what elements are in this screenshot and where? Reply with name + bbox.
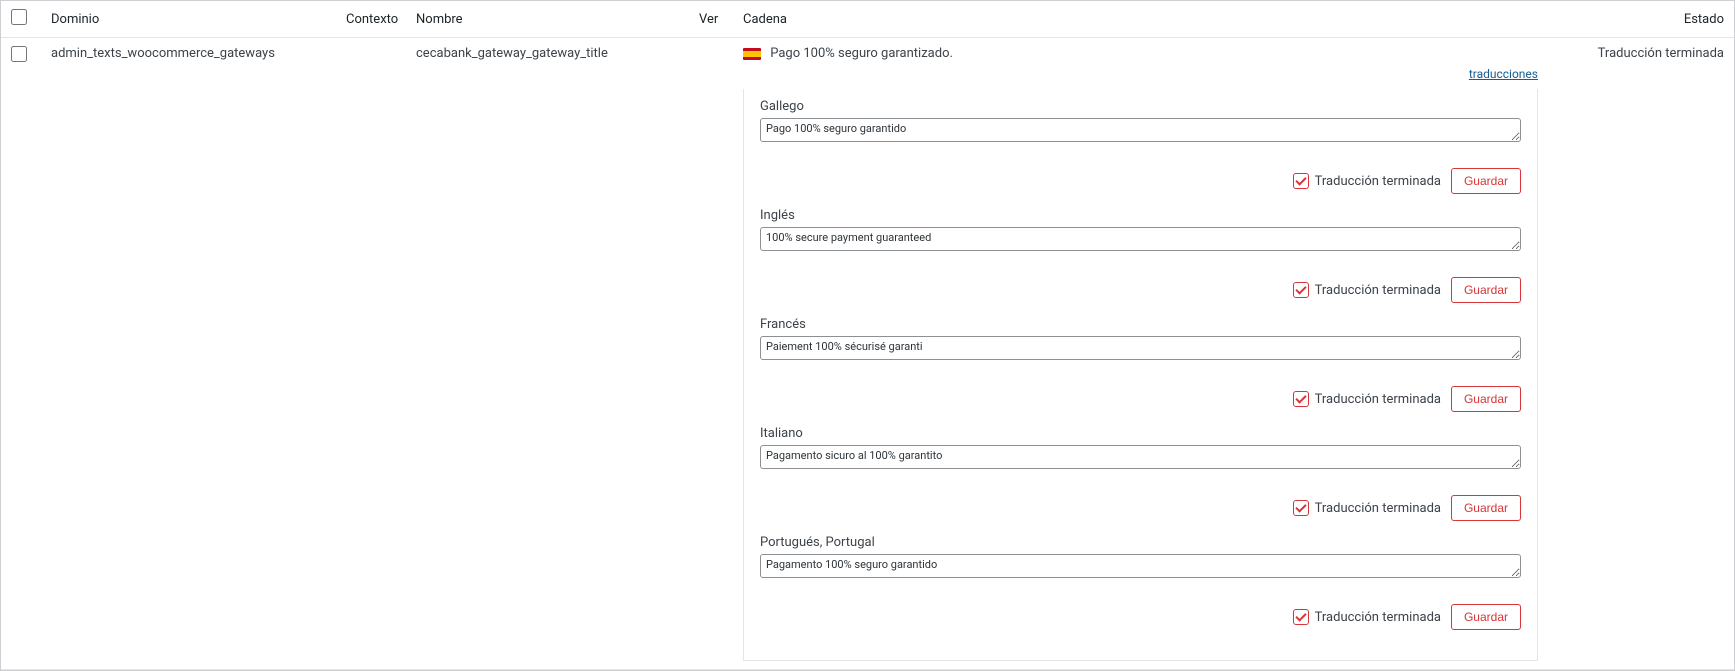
save-button[interactable]: Guardar	[1451, 604, 1521, 630]
lang-label: Italiano	[760, 426, 1521, 441]
translation-complete-checkbox[interactable]	[1293, 391, 1309, 407]
save-button[interactable]: Guardar	[1451, 386, 1521, 412]
translations-panel: GallegoTraducción terminadaGuardarInglés…	[743, 89, 1538, 661]
cell-ver	[699, 46, 743, 661]
save-button[interactable]: Guardar	[1451, 168, 1521, 194]
lang-block: Inglés Traducción terminada Guardar	[760, 208, 1521, 303]
actions-row: Traducción terminada Guardar	[760, 604, 1521, 630]
header-cadena: Cadena	[743, 12, 1554, 27]
select-all-checkbox[interactable]	[11, 9, 27, 25]
cell-nombre: cecabank_gateway_gateway_title	[416, 46, 699, 661]
source-string: Pago 100% seguro garantizado.	[770, 46, 953, 61]
cell-estado: Traducción terminada	[1554, 46, 1724, 661]
actions-row: Traducción terminada Guardar	[760, 386, 1521, 412]
actions-row: Traducción terminada Guardar	[760, 168, 1521, 194]
status-label: Traducción terminada	[1315, 610, 1441, 625]
translation-textarea[interactable]	[760, 227, 1521, 251]
translation-textarea[interactable]	[760, 118, 1521, 142]
translation-complete-checkbox[interactable]	[1293, 282, 1309, 298]
save-button[interactable]: Guardar	[1451, 277, 1521, 303]
translation-textarea[interactable]	[760, 554, 1521, 578]
header-estado: Estado	[1554, 12, 1724, 27]
translation-complete-checkbox[interactable]	[1293, 500, 1309, 516]
header-nombre: Nombre	[416, 12, 699, 27]
actions-row: Traducción terminada Guardar	[760, 495, 1521, 521]
header-dominio: Dominio	[51, 12, 346, 27]
header-ver: Ver	[699, 12, 743, 27]
translation-table: Dominio Contexto Nombre Ver Cadena Estad…	[0, 0, 1735, 671]
translation-textarea[interactable]	[760, 336, 1521, 360]
spain-flag-icon	[743, 48, 761, 60]
lang-block: Italiano Traducción terminada Guardar	[760, 426, 1521, 521]
status-check-wrap[interactable]: Traducción terminada	[1293, 173, 1441, 189]
cell-dominio: admin_texts_woocommerce_gateways	[51, 46, 346, 661]
lang-label: Inglés	[760, 208, 1521, 223]
translation-complete-checkbox[interactable]	[1293, 173, 1309, 189]
actions-row: Traducción terminada Guardar	[760, 277, 1521, 303]
status-label: Traducción terminada	[1315, 501, 1441, 516]
cell-cadena: Pago 100% seguro garantizado. traduccion…	[743, 46, 1554, 661]
header-contexto: Contexto	[346, 12, 416, 27]
lang-block: Gallego Traducción terminada Guardar	[760, 99, 1521, 194]
translation-textarea[interactable]	[760, 445, 1521, 469]
status-label: Traducción terminada	[1315, 392, 1441, 407]
table-row: admin_texts_woocommerce_gateways cecaban…	[1, 38, 1734, 670]
save-button[interactable]: Guardar	[1451, 495, 1521, 521]
status-check-wrap[interactable]: Traducción terminada	[1293, 500, 1441, 516]
cell-contexto	[346, 46, 416, 661]
status-check-wrap[interactable]: Traducción terminada	[1293, 282, 1441, 298]
translation-complete-checkbox[interactable]	[1293, 609, 1309, 625]
status-label: Traducción terminada	[1315, 174, 1441, 189]
status-check-wrap[interactable]: Traducción terminada	[1293, 609, 1441, 625]
table-header: Dominio Contexto Nombre Ver Cadena Estad…	[1, 1, 1734, 38]
status-check-wrap[interactable]: Traducción terminada	[1293, 391, 1441, 407]
lang-label: Gallego	[760, 99, 1521, 114]
lang-label: Francés	[760, 317, 1521, 332]
lang-block: Portugués, Portugal Traducción terminada G…	[760, 535, 1521, 630]
lang-block: Francés Traducción terminada Guardar	[760, 317, 1521, 412]
traducciones-link[interactable]: traducciones	[743, 67, 1554, 81]
row-checkbox[interactable]	[11, 46, 27, 62]
status-label: Traducción terminada	[1315, 283, 1441, 298]
lang-label: Portugués, Portugal	[760, 535, 1521, 550]
